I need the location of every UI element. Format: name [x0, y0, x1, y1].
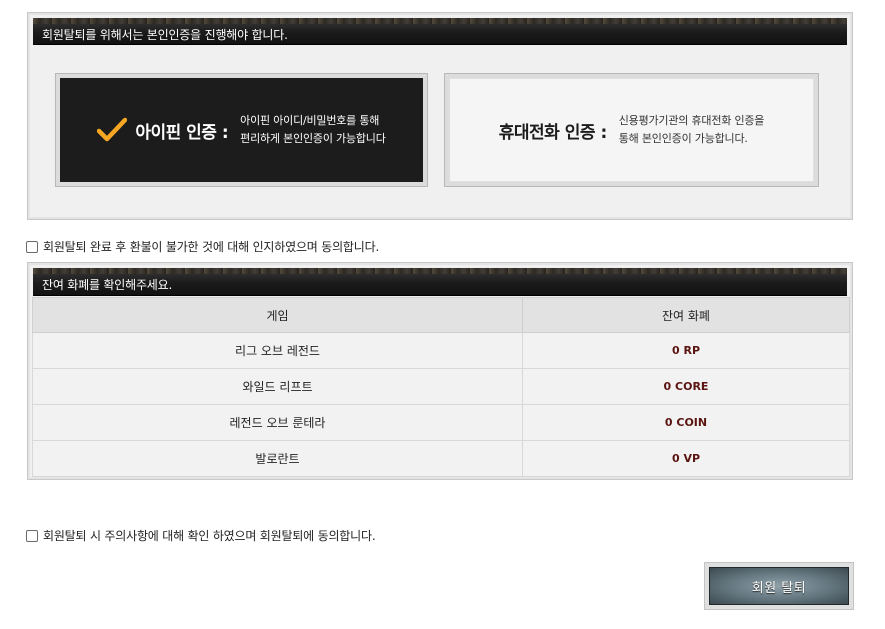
phone-auth-desc: 신용평가기관의 휴대전화 인증을 통해 본인인증이 가능합니다. [618, 114, 765, 145]
agree-refund-checkbox[interactable] [26, 240, 38, 253]
table-row: 발로란트 0 VP [32, 440, 850, 477]
currency-amount: 0 CORE [522, 368, 850, 405]
withdraw-button-frame: 회원 탈퇴 [704, 562, 854, 610]
currency-amount: 0 VP [522, 440, 850, 477]
game-name: 리그 오브 레전드 [32, 332, 523, 369]
agree-refund-label: 회원탈퇴 완료 후 환불이 불가한 것에 대해 인지하였으며 동의합니다. [43, 240, 380, 254]
currency-amount: 0 RP [522, 332, 850, 369]
game-name: 발로란트 [32, 440, 523, 477]
game-name: 레전드 오브 룬테라 [32, 404, 523, 441]
ipin-auth-label: 아이핀 인증 : [135, 122, 229, 143]
check-icon [97, 117, 128, 142]
table-row: 레전드 오브 룬테라 0 COIN [32, 404, 850, 441]
agree-notice-label: 회원탈퇴 시 주의사항에 대해 확인 하였으며 회원탈퇴에 동의합니다. [43, 529, 376, 543]
ipin-auth-button[interactable]: 아이핀 인증 : 아이핀 아이디/비밀번호를 통해 편리하게 본인인증이 가능합… [55, 73, 428, 187]
verification-title: 회원탈퇴를 위해서는 본인인증을 진행해야 합니다. [42, 28, 288, 42]
phone-auth-label: 휴대전화 인증 : [498, 122, 607, 143]
currency-table: 게임 잔여 화폐 리그 오브 레전드 0 RP 와일드 리프트 0 CORE 레… [32, 297, 850, 477]
agree-refund-row[interactable]: 회원탈퇴 완료 후 환불이 불가한 것에 대해 인지하였으며 동의합니다. [26, 238, 379, 255]
withdraw-button[interactable]: 회원 탈퇴 [709, 567, 849, 605]
agree-notice-checkbox[interactable] [26, 529, 38, 542]
table-row: 리그 오브 레전드 0 RP [32, 332, 850, 369]
currency-amount: 0 COIN [522, 404, 850, 441]
currency-panel: 잔여 화폐를 확인해주세요. 게임 잔여 화폐 리그 오브 레전드 0 RP 와… [27, 262, 853, 480]
column-header-amount: 잔여 화폐 [522, 297, 850, 333]
verification-header: 회원탈퇴를 위해서는 본인인증을 진행해야 합니다. [33, 18, 847, 45]
currency-header: 잔여 화폐를 확인해주세요. [33, 268, 847, 296]
phone-auth-inner: 휴대전화 인증 : 신용평가기관의 휴대전화 인증을 통해 본인인증이 가능합니… [449, 78, 814, 182]
ipin-auth-inner: 아이핀 인증 : 아이핀 아이디/비밀번호를 통해 편리하게 본인인증이 가능합… [60, 78, 423, 182]
table-row: 와일드 리프트 0 CORE [32, 368, 850, 405]
column-header-game: 게임 [32, 297, 523, 333]
ipin-auth-desc: 아이핀 아이디/비밀번호를 통해 편리하게 본인인증이 가능합니다 [240, 114, 386, 145]
game-name: 와일드 리프트 [32, 368, 523, 405]
phone-auth-button[interactable]: 휴대전화 인증 : 신용평가기관의 휴대전화 인증을 통해 본인인증이 가능합니… [444, 73, 819, 187]
verification-panel: 회원탈퇴를 위해서는 본인인증을 진행해야 합니다. 아이핀 인증 : 아이핀 … [27, 12, 853, 220]
agree-notice-row[interactable]: 회원탈퇴 시 주의사항에 대해 확인 하였으며 회원탈퇴에 동의합니다. [26, 527, 376, 544]
currency-title: 잔여 화폐를 확인해주세요. [42, 278, 173, 292]
currency-table-header-row: 게임 잔여 화폐 [32, 297, 850, 333]
